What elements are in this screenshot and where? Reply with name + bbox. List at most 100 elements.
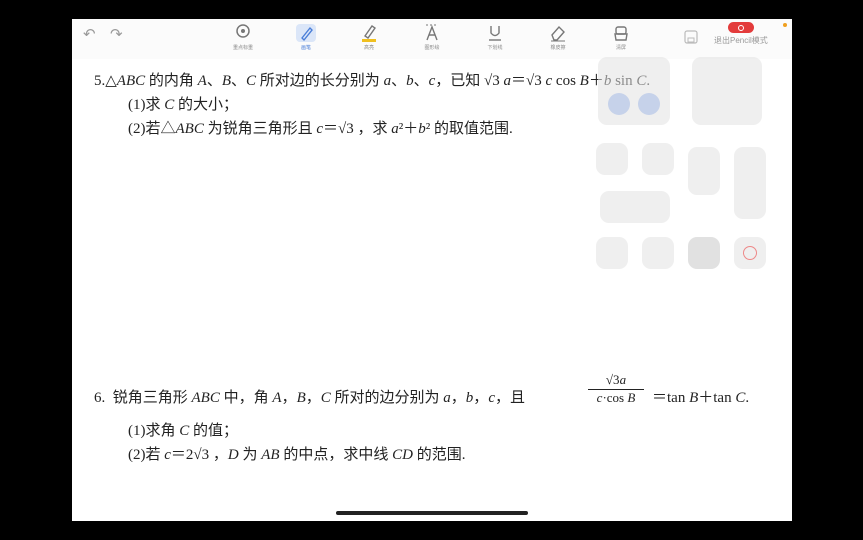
problem-5-stem: 5.△ABC 的内角 A、B、C 所对边的长分别为 a、b、c，已知 √3 a＝… (94, 69, 650, 90)
stem-text: 的内角 (145, 73, 198, 89)
stem-text: a (503, 73, 512, 89)
part-text: ABC (175, 121, 204, 137)
timer-toggle[interactable] (642, 237, 674, 269)
stem-text: C (320, 390, 331, 406)
tool-highlighter[interactable]: 高亮 (349, 23, 389, 51)
part-text: D (227, 447, 239, 463)
exit-pencil-label: 退出Pencil模式 (714, 36, 768, 45)
part-text: 的值； (189, 423, 239, 439)
stem-text: ＝√3 (511, 73, 546, 89)
part-text: (2)若△ (128, 121, 176, 137)
question-number: 6. (94, 390, 106, 406)
fraction-denominator: c·cos B (588, 390, 644, 406)
rotation-lock-toggle[interactable] (596, 143, 628, 175)
stem-text: A (272, 390, 282, 406)
highlighter-icon (349, 23, 389, 43)
connectivity-tile[interactable] (598, 57, 670, 125)
tool-label: 下划线 (487, 45, 503, 51)
stem-text: B (221, 73, 232, 89)
stem-text: ABC (191, 390, 220, 406)
annotation-toolbar: ↶ ↷ 重点标重 画笔 高亮 图形绘 下划线 橡皮擦 清屏 退出Pencil模式 (72, 19, 792, 59)
tool-label: 清屏 (615, 45, 626, 51)
stem-text: 、 (206, 73, 222, 89)
part-text: (1)求 (128, 97, 165, 113)
clear-icon (601, 23, 641, 43)
flashlight-toggle[interactable] (596, 237, 628, 269)
stem-text: C (246, 73, 257, 89)
problem-5-part-2: (2)若△ABC 为锐角三角形且 c＝√3 ，求 a²＋b² 的取值范围. (128, 117, 513, 138)
tool-text[interactable]: 图形绘 (412, 23, 452, 51)
stem-text: ， (305, 390, 321, 406)
home-indicator[interactable] (336, 511, 528, 515)
stem-text: 中，角 (219, 390, 273, 406)
stem-text: B (689, 390, 699, 406)
fraction-text: √3 (605, 372, 620, 387)
volume-slider[interactable] (734, 147, 766, 219)
underline-icon (475, 23, 515, 43)
part-text: ² 的取值范围. (425, 121, 513, 137)
fraction-numerator: √3a (588, 372, 644, 390)
stem-text: ，且 (494, 390, 525, 406)
part-text: 为 (238, 447, 262, 463)
stem-text: b (406, 73, 414, 89)
stem-text: ， (281, 390, 297, 406)
text-icon (412, 23, 452, 43)
status-dot (783, 23, 787, 27)
stem-text: B (296, 390, 306, 406)
screen-mirroring-tile[interactable] (600, 191, 670, 223)
problem-6-part-2: (2)若 c＝2√3 ，D 为 AB 的中点，求中线 CD 的范围. (128, 443, 465, 464)
media-tile[interactable] (692, 57, 762, 125)
undo-icon[interactable]: ↶ (83, 27, 96, 43)
fraction: √3a c·cos B (588, 372, 644, 406)
question-number: 5. (94, 73, 106, 89)
stem-text: 所对边的长分别为 (256, 73, 384, 89)
save-icon[interactable] (684, 30, 698, 48)
part-text: 的中点，求中线 (279, 447, 393, 463)
do-not-disturb-toggle[interactable] (642, 143, 674, 175)
stem-text: ABC (116, 73, 146, 89)
brightness-slider[interactable] (688, 147, 720, 195)
tool-underline[interactable]: 下划线 (475, 23, 515, 51)
part-text: ＝√3 ，求 (323, 121, 392, 137)
tool-clear[interactable]: 清屏 (601, 23, 641, 51)
stem-text: ，已知 √3 (435, 73, 504, 89)
ipad-screen: ↶ ↷ 重点标重 画笔 高亮 图形绘 下划线 橡皮擦 清屏 退出Pencil模式… (72, 19, 792, 521)
part-text: AB (261, 447, 280, 463)
exit-pencil-mode-button[interactable]: 退出Pencil模式 (714, 22, 768, 46)
stem-text: ＋tan (698, 390, 736, 406)
tool-pen[interactable]: 画笔 (286, 23, 326, 51)
bluetooth-icon[interactable] (638, 93, 660, 115)
stem-text: ， (450, 390, 466, 406)
tool-label: 图形绘 (424, 45, 440, 51)
pen-icon (286, 23, 326, 43)
tool-label: 画笔 (300, 45, 311, 51)
problem-6-part-1: (1)求角 C 的值； (128, 419, 238, 440)
part-text: 为锐角三角形且 (203, 121, 317, 137)
fraction-text: B (627, 390, 636, 405)
part-text: c (164, 447, 171, 463)
record-icon (727, 22, 754, 33)
fraction-text: ·cos (602, 390, 628, 405)
screen-record-toggle[interactable] (734, 237, 766, 269)
lasso-icon (223, 23, 263, 43)
part-text: 的大小； (174, 97, 239, 113)
stem-text: . (745, 390, 750, 406)
part-text: 的范围. (412, 447, 466, 463)
wifi-icon[interactable] (608, 93, 630, 115)
problem-6-stem-tail: ＝tan B＋tan C. (652, 386, 749, 407)
stem-text: B (579, 73, 589, 89)
part-text: ²＋ (398, 121, 419, 137)
tool-eraser[interactable]: 橡皮擦 (538, 23, 578, 51)
stem-text: ， (473, 390, 489, 406)
calculator-toggle[interactable] (688, 237, 720, 269)
tool-lasso[interactable]: 重点标重 (223, 23, 263, 51)
tool-label: 重点标重 (232, 45, 253, 51)
stem-text: C (735, 390, 746, 406)
part-text: ＝2√3 ， (170, 447, 228, 463)
stem-text: 、 (231, 73, 247, 89)
stem-text: △ (105, 73, 117, 89)
stem-text: c (488, 390, 495, 406)
stem-text: ＝tan (652, 390, 690, 406)
record-icon (743, 246, 757, 260)
redo-icon[interactable]: ↷ (110, 27, 123, 43)
